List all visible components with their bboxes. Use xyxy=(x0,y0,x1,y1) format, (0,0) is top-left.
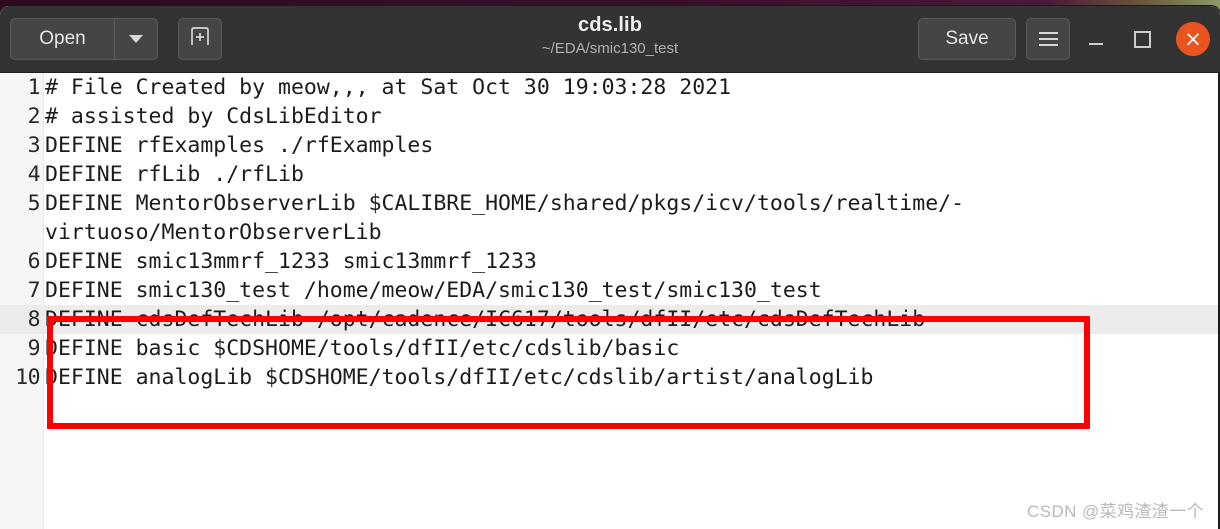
line-text[interactable]: DEFINE basic $CDSHOME/tools/dfII/etc/cds… xyxy=(43,334,1218,363)
code-line[interactable]: 5 DEFINE MentorObserverLib $CALIBRE_HOME/… xyxy=(0,189,1218,247)
line-number: 1 xyxy=(27,75,41,100)
code-lines-container[interactable]: 1 # File Created by meow,,, at Sat Oct 30… xyxy=(0,73,1218,392)
code-line[interactable]: 6 DEFINE smic13mmrf_1233 smic13mmrf_1233 xyxy=(0,247,1218,276)
code-line[interactable]: 10 DEFINE analogLib $CDSHOME/tools/dfII/e… xyxy=(0,363,1218,392)
code-line[interactable]: 1 # File Created by meow,,, at Sat Oct 30… xyxy=(0,73,1218,102)
maximize-button[interactable] xyxy=(1122,19,1162,59)
new-document-button[interactable] xyxy=(178,18,222,60)
code-line[interactable]: 3 DEFINE rfExamples ./rfExamples xyxy=(0,131,1218,160)
line-number: 9 xyxy=(27,336,41,361)
line-text[interactable]: DEFINE smic13mmrf_1233 smic13mmrf_1233 xyxy=(43,247,1218,276)
line-number: 8 xyxy=(27,307,41,332)
line-text[interactable]: # assisted by CdsLibEditor xyxy=(43,102,1218,131)
line-text[interactable]: DEFINE rfLib ./rfLib xyxy=(43,160,1218,189)
hamburger-menu-icon xyxy=(1038,32,1058,46)
save-button-label: Save xyxy=(945,28,989,49)
code-line[interactable]: 4 DEFINE rfLib ./rfLib xyxy=(0,160,1218,189)
line-number: 4 xyxy=(27,162,41,187)
chevron-down-icon xyxy=(129,35,143,43)
open-button[interactable]: Open xyxy=(10,18,114,60)
code-line[interactable]: 7 DEFINE smic130_test /home/meow/EDA/smic… xyxy=(0,276,1218,305)
line-text[interactable]: DEFINE cdsDefTechLib /opt/cadence/IC617/… xyxy=(43,305,1218,334)
minimize-button[interactable] xyxy=(1076,19,1116,59)
save-button[interactable]: Save xyxy=(918,18,1016,60)
line-number: 10 xyxy=(15,365,40,390)
text-editor-area[interactable]: 1 # File Created by meow,,, at Sat Oct 30… xyxy=(0,73,1220,529)
line-number: 7 xyxy=(27,278,41,303)
line-text[interactable]: DEFINE rfExamples ./rfExamples xyxy=(43,131,1218,160)
close-button[interactable]: × xyxy=(1176,22,1210,56)
line-number: 3 xyxy=(27,133,41,158)
new-document-icon xyxy=(188,25,212,53)
watermark-text: CSDN @菜鸡渣渣一个 xyxy=(1027,502,1204,521)
line-number: 5 xyxy=(27,191,41,216)
header-left-controls: Open xyxy=(10,18,222,60)
line-number: 2 xyxy=(27,104,41,129)
line-text[interactable]: # File Created by meow,,, at Sat Oct 30 … xyxy=(43,73,1218,102)
line-text-wrapped-continuation[interactable]: virtuoso/MentorObserverLib xyxy=(43,218,1218,247)
code-line[interactable]: 9 DEFINE basic $CDSHOME/tools/dfII/etc/cd… xyxy=(0,334,1218,363)
code-line[interactable]: 8 DEFINE cdsDefTechLib /opt/cadence/IC617… xyxy=(0,305,1218,334)
window-header-bar: Open cds.lib ~/EDA/smic130_test Save × xyxy=(0,6,1220,73)
line-text[interactable]: DEFINE MentorObserverLib $CALIBRE_HOME/s… xyxy=(43,189,1218,218)
line-text[interactable]: DEFINE smic130_test /home/meow/EDA/smic1… xyxy=(43,276,1218,305)
open-dropdown-button[interactable] xyxy=(114,18,158,60)
main-menu-button[interactable] xyxy=(1026,18,1070,60)
code-line[interactable]: 2 # assisted by CdsLibEditor xyxy=(0,102,1218,131)
minimize-icon xyxy=(1089,42,1103,45)
text-editor-window: Open cds.lib ~/EDA/smic130_test Save × 1… xyxy=(0,6,1220,529)
line-text[interactable]: DEFINE analogLib $CDSHOME/tools/dfII/etc… xyxy=(43,363,1218,392)
close-icon: × xyxy=(1184,27,1202,51)
header-right-controls: Save × xyxy=(918,18,1210,60)
line-number: 6 xyxy=(27,249,41,274)
open-button-label: Open xyxy=(39,28,86,49)
maximize-icon xyxy=(1133,30,1151,48)
